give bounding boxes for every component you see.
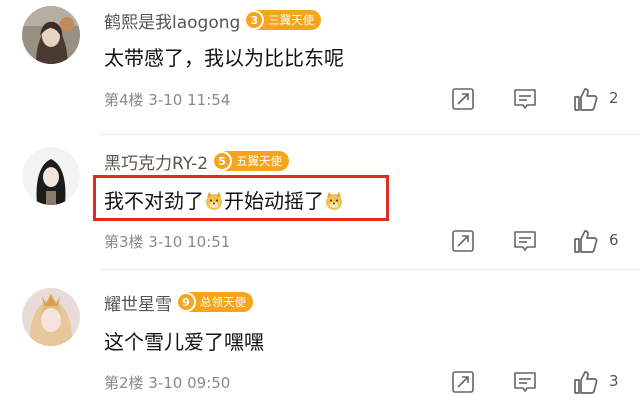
- username[interactable]: 黑巧克力RY-2: [104, 149, 208, 174]
- comment-text: 太带感了，我以为比比东呢: [104, 42, 344, 71]
- badge-level: 3: [244, 10, 265, 30]
- avatar[interactable]: [22, 288, 80, 346]
- username[interactable]: 鹤熙是我laogong: [104, 8, 240, 33]
- badge-level: 9: [176, 292, 196, 312]
- comment-item: 耀世星雪 9 总领天使 这个雪儿爱了嘿嘿 第2楼 3-10 09:50 3: [0, 270, 640, 405]
- badge-text: 三翼天使: [268, 13, 315, 27]
- avatar[interactable]: [22, 6, 80, 64]
- share-icon[interactable]: [451, 370, 475, 394]
- comment-text-part: 太带感了，我以为比比东呢: [104, 46, 344, 70]
- share-icon[interactable]: [451, 87, 475, 111]
- comment-icon[interactable]: [513, 370, 537, 394]
- rank-badge: 5 五翼天使: [212, 151, 290, 171]
- comment-icon[interactable]: [513, 87, 537, 111]
- rank-badge: 3 三翼天使: [244, 10, 322, 30]
- comment-text-part: 这个雪儿爱了嘿嘿: [104, 330, 264, 354]
- highlight-box: [93, 175, 389, 221]
- comment-icon[interactable]: [513, 229, 537, 253]
- comment-meta: 第4楼 3-10 11:54: [104, 91, 231, 109]
- like-count: 2: [609, 89, 619, 107]
- like-count: 3: [609, 372, 619, 390]
- comment-meta: 第2楼 3-10 09:50: [104, 374, 231, 392]
- like-count: 6: [609, 231, 619, 249]
- badge-level: 5: [212, 151, 233, 171]
- rank-badge: 9 总领天使: [176, 292, 253, 312]
- badge-text: 总领天使: [200, 295, 246, 309]
- comment-item: 鹤熙是我laogong 3 三翼天使 太带感了，我以为比比东呢 第4楼 3-10…: [0, 0, 640, 135]
- user-info: 黑巧克力RY-2 5 五翼天使: [104, 149, 290, 174]
- share-icon[interactable]: [451, 229, 475, 253]
- avatar[interactable]: [22, 147, 80, 205]
- comment-text: 这个雪儿爱了嘿嘿: [104, 326, 264, 355]
- thumbs-up-icon[interactable]: [573, 86, 599, 112]
- thumbs-up-icon[interactable]: [573, 228, 599, 254]
- user-info: 耀世星雪 9 总领天使: [104, 290, 253, 315]
- badge-text: 五翼天使: [236, 154, 283, 168]
- user-info: 鹤熙是我laogong 3 三翼天使: [104, 8, 322, 33]
- thumbs-up-icon[interactable]: [573, 369, 599, 395]
- username[interactable]: 耀世星雪: [104, 290, 172, 315]
- comment-meta: 第3楼 3-10 10:51: [104, 233, 231, 251]
